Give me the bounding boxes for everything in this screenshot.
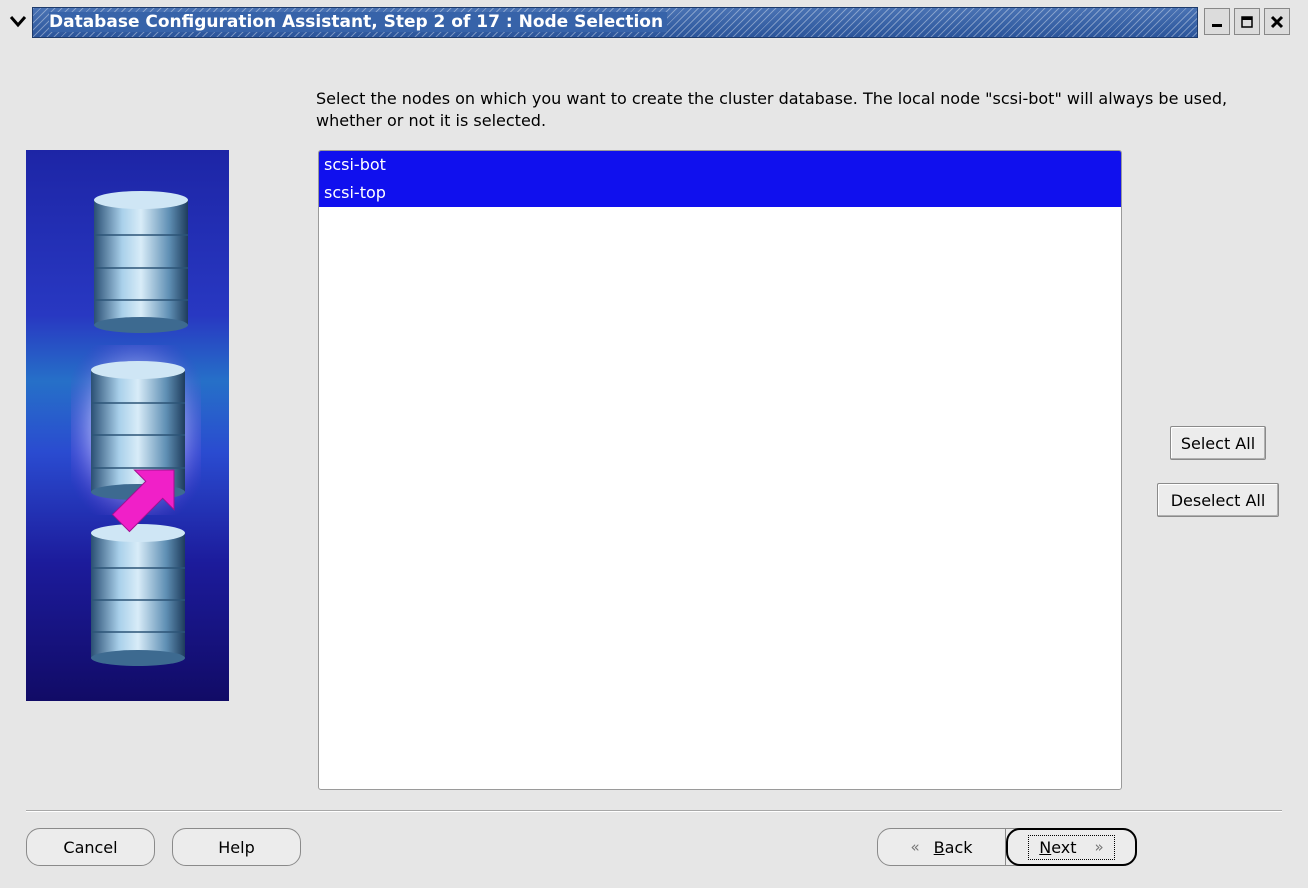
footer-separator <box>26 810 1282 812</box>
deselect-all-button[interactable]: Deselect All <box>1157 483 1279 517</box>
close-icon <box>1270 15 1284 28</box>
cancel-button[interactable]: Cancel <box>26 828 155 866</box>
title-strip[interactable]: Database Configuration Assistant, Step 2… <box>32 7 1198 38</box>
title-bar: Database Configuration Assistant, Step 2… <box>0 0 1308 44</box>
navigation-buttons: « Back Next » <box>877 828 1137 866</box>
maximize-icon <box>1241 15 1253 28</box>
chevron-down-icon <box>9 16 27 28</box>
back-button[interactable]: « Back <box>878 829 1006 865</box>
double-chevron-right-icon: » <box>1094 838 1104 856</box>
minimize-button[interactable] <box>1204 8 1230 35</box>
maximize-button[interactable] <box>1234 8 1260 35</box>
list-item[interactable]: scsi-bot <box>319 151 1121 179</box>
help-button[interactable]: Help <box>172 828 301 866</box>
minimize-icon <box>1212 23 1222 27</box>
node-list[interactable]: scsi-bot scsi-top <box>318 150 1122 790</box>
back-button-label: Back <box>933 837 973 857</box>
wizard-illustration <box>26 150 229 701</box>
instruction-text: Select the nodes on which you want to cr… <box>316 89 1228 130</box>
database-cylinders-icon <box>71 191 201 666</box>
window-menu-button[interactable] <box>6 10 30 32</box>
next-focus-ring: Next » <box>1028 834 1115 860</box>
select-all-button[interactable]: Select All <box>1170 426 1266 460</box>
next-button-label: Next <box>1039 837 1077 857</box>
window-title: Database Configuration Assistant, Step 2… <box>49 12 668 32</box>
double-chevron-left-icon: « <box>910 838 920 856</box>
list-item[interactable]: scsi-top <box>319 179 1121 207</box>
close-button[interactable] <box>1264 8 1290 35</box>
next-button[interactable]: Next » <box>1006 828 1137 866</box>
